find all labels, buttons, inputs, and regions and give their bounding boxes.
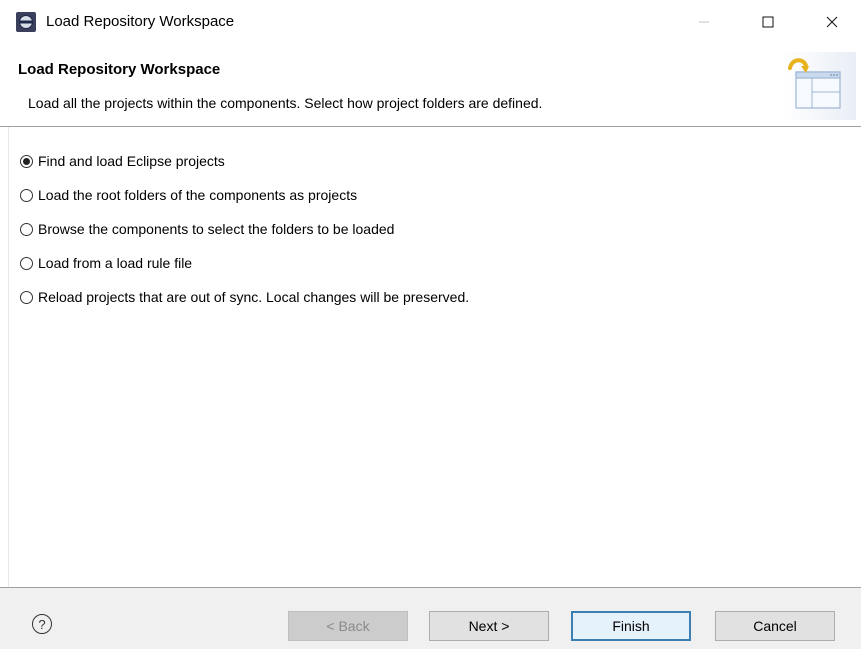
finish-button[interactable]: Finish [571,611,691,641]
option-load-from-rule-file[interactable]: Load from a load rule file [20,252,192,274]
option-label: Reload projects that are out of sync. Lo… [38,289,470,305]
page-title: Load Repository Workspace [18,61,221,78]
maximize-button[interactable] [739,0,797,44]
header-separator [0,126,861,127]
radio-button[interactable] [20,290,33,304]
option-label: Browse the components to select the fold… [38,221,395,237]
content-border [8,127,9,587]
eclipse-icon [16,12,36,32]
option-reload-out-of-sync[interactable]: Reload projects that are out of sync. Lo… [20,286,469,308]
next-button[interactable]: Next > [429,611,549,641]
radio-button[interactable] [20,222,33,236]
back-button[interactable]: < Back [288,611,408,641]
minimize-button[interactable] [675,0,733,44]
option-browse-components[interactable]: Browse the components to select the fold… [20,218,394,240]
page-description: Load all the projects within the compone… [28,95,543,111]
option-load-root-folders[interactable]: Load the root folders of the components … [20,184,357,206]
option-label: Load from a load rule file [38,255,193,271]
title-bar: Load Repository Workspace [0,0,861,44]
option-label: Find and load Eclipse projects [38,153,225,169]
radio-button[interactable] [20,188,33,202]
load-workspace-wizard-icon [782,52,856,120]
close-icon [826,16,838,28]
help-icon[interactable]: ? [32,614,52,634]
window-title: Load Repository Workspace [46,13,235,30]
button-bar: ? < Back Next > Finish Cancel [0,588,861,649]
cancel-button[interactable]: Cancel [715,611,835,641]
radio-button[interactable] [20,256,33,270]
option-find-and-load-eclipse-projects[interactable]: Find and load Eclipse projects [20,150,225,172]
wizard-header: Load Repository Workspace Load all the p… [0,44,861,126]
close-button[interactable] [803,0,861,44]
radio-button-selected[interactable] [20,154,33,168]
option-label: Load the root folders of the components … [38,187,358,203]
maximize-icon [762,16,774,28]
minimize-icon [699,21,709,23]
